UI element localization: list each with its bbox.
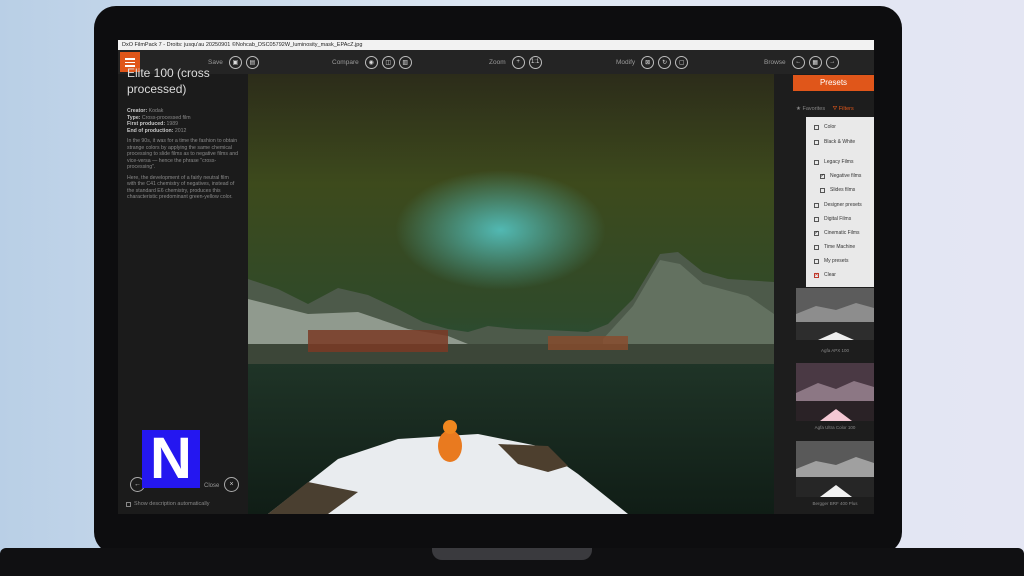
hamburger-icon — [125, 58, 135, 60]
menu-item[interactable]: ✕ Clear — [814, 271, 836, 279]
zoom-group: Zoom + 1:1 — [489, 50, 542, 74]
compare-label: Compare — [332, 58, 359, 66]
main-photo — [248, 74, 774, 514]
preset-thumbnail-label: Agfa APX 100 — [820, 348, 850, 353]
preset-filter-row: ★ Favorites ⛛ Filters — [796, 106, 854, 113]
type-label: Type: — [127, 114, 141, 121]
menu-item[interactable]: Color — [814, 123, 836, 131]
checkbox[interactable] — [814, 159, 819, 165]
menu-item[interactable]: Slides films — [820, 186, 855, 194]
save-as-button[interactable]: ▤ — [245, 55, 259, 69]
landscape-photo — [248, 74, 774, 514]
compare-side-button[interactable]: ▥ — [398, 55, 412, 69]
preset-thumbnail-label: Agfa Ultra Color 100 — [814, 425, 856, 430]
rotate-button[interactable]: ↻ — [658, 55, 672, 69]
browse-group: Browse ← ▦ → — [764, 50, 839, 74]
menu-item[interactable]: Time Machine — [814, 243, 855, 251]
hamburger-icon — [125, 61, 135, 63]
checkbox[interactable] — [814, 244, 819, 250]
checkbox-checked[interactable]: ✓ — [814, 230, 819, 236]
close-description-button[interactable]: × — [224, 477, 239, 492]
brand-logo: N — [142, 430, 200, 488]
menu-item-label: Slides films — [830, 187, 856, 193]
menu-item[interactable]: Black & White — [814, 138, 855, 146]
next-image-button[interactable]: → — [825, 55, 839, 69]
grid-view-button[interactable]: ▦ — [808, 55, 822, 69]
menu-item-label: Color — [824, 124, 836, 130]
preset-thumbnail[interactable] — [796, 288, 874, 340]
checkbox[interactable] — [814, 202, 819, 208]
menu-item-label: My presets — [824, 258, 849, 264]
compare-split-button[interactable]: ◫ — [381, 55, 395, 69]
menu-item[interactable]: ✓ Cinematic Films — [814, 229, 860, 237]
frame-button[interactable]: ▢ — [675, 55, 689, 69]
window-title: DxO FilmPack 7 - Droits: jusqu'au 202509… — [118, 40, 874, 50]
laptop-notch — [432, 548, 592, 560]
compare-group: Compare ◉ ◫ ▥ — [332, 50, 412, 74]
crop-button[interactable]: ⊠ — [641, 55, 655, 69]
menu-item[interactable]: Designer presets — [814, 201, 862, 209]
menu-item-label: Cinematic Films — [824, 230, 860, 236]
filters-filter[interactable]: Filters — [839, 106, 854, 112]
menu-item[interactable]: Legacy Films — [814, 158, 853, 166]
menu-item[interactable]: ✓ Negative films — [820, 172, 861, 180]
previous-image-button[interactable]: ← — [791, 55, 805, 69]
description-paragraph-1: In the 90s, it was for a time the fashio… — [127, 138, 239, 170]
end-production-label: End of production: — [127, 127, 174, 134]
menu-item-label: Negative films — [830, 173, 862, 179]
browse-label: Browse — [764, 58, 786, 66]
menu-item-label: Designer presets — [824, 202, 862, 208]
preset-thumbnail[interactable] — [796, 363, 874, 421]
creator-value: Kodak — [148, 108, 164, 114]
preset-thumbnail[interactable] — [796, 441, 874, 497]
preset-thumbnail-image — [796, 363, 874, 421]
menu-item-label: Black & White — [824, 139, 856, 145]
checkbox[interactable] — [820, 187, 825, 193]
show-description-toggle[interactable]: Show description automatically — [126, 501, 210, 507]
type-value: Cross-processed film — [141, 114, 191, 121]
modify-label: Modify — [616, 58, 636, 66]
close-label: Close — [204, 483, 220, 489]
checkbox[interactable] — [814, 216, 819, 222]
first-produced-value: 1989 — [166, 121, 179, 127]
film-description: Creator: Kodak Type: Cross-processed fil… — [127, 108, 239, 205]
menu-item[interactable]: My presets — [814, 257, 848, 265]
menu-item-label: Legacy Films — [824, 159, 854, 165]
checkbox[interactable] — [814, 124, 819, 130]
modify-group: Modify ⊠ ↻ ▢ — [616, 50, 689, 74]
presets-tab[interactable]: Presets — [793, 75, 874, 91]
menu-item-label: Clear — [824, 272, 836, 278]
checkbox[interactable] — [814, 139, 819, 145]
zoom-100-button[interactable]: 1:1 — [528, 55, 542, 69]
zoom-fit-button[interactable]: + — [511, 55, 525, 69]
creator-label: Creator: — [127, 108, 148, 114]
checkbox-checked[interactable]: ✓ — [820, 173, 825, 179]
description-paragraph-2: Here, the development of a fairly neutra… — [127, 174, 235, 201]
checkbox[interactable] — [814, 258, 819, 264]
app-window: DxO FilmPack 7 - Droits: jusqu'au 202509… — [118, 40, 874, 514]
presets-dropdown-menu: Color Black & White Legacy Films ✓ Negati… — [806, 117, 874, 287]
checkbox[interactable] — [126, 501, 131, 507]
menu-item-label: Digital Films — [824, 216, 852, 222]
preset-thumbnail-label: Bergger BRF 400 Plus — [812, 501, 858, 506]
preset-thumbnail-image — [796, 288, 874, 340]
first-produced-label: First produced: — [127, 121, 166, 127]
menu-item-label: Time Machine — [824, 244, 856, 250]
zoom-label: Zoom — [489, 58, 506, 66]
show-description-label: Show description automatically — [134, 501, 210, 507]
clear-icon[interactable]: ✕ — [814, 272, 819, 278]
compare-eye-button[interactable]: ◉ — [364, 55, 378, 69]
menu-item[interactable]: Digital Films — [814, 215, 851, 223]
end-production-value: 2012 — [174, 127, 187, 134]
favorites-filter[interactable]: Favorites — [802, 106, 825, 112]
film-title: Elite 100 (cross processed) — [127, 66, 210, 96]
preset-thumbnail-image — [796, 441, 874, 497]
